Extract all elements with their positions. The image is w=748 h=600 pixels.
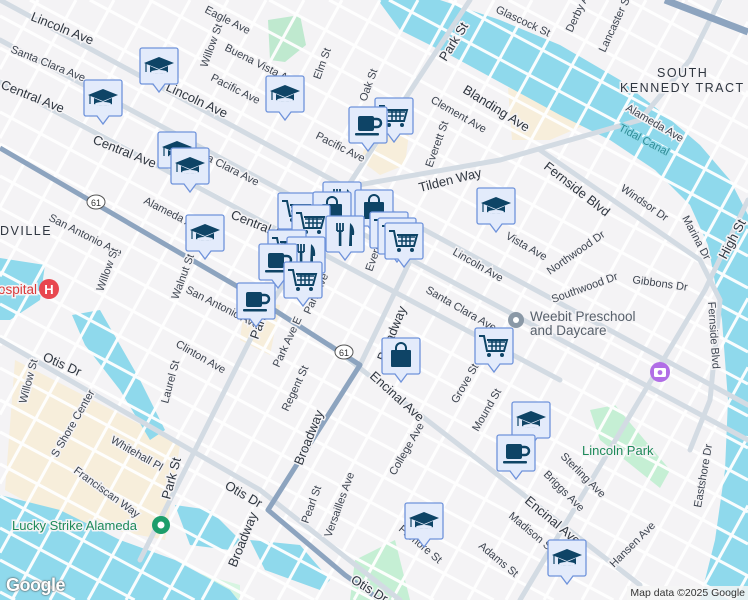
street-label: Windsor Dr bbox=[618, 183, 670, 225]
google-logo: Google bbox=[6, 575, 66, 595]
park-label: Lincoln Park bbox=[582, 443, 654, 458]
street-label: Laurel St bbox=[159, 359, 182, 405]
restaurant-marker[interactable] bbox=[326, 216, 364, 260]
neighborhood-label: SOUTH bbox=[657, 66, 708, 80]
street-label: Versailles Ave bbox=[323, 471, 358, 539]
school-marker[interactable] bbox=[548, 540, 586, 584]
map-attribution[interactable]: Map data ©2025 Google bbox=[627, 586, 748, 600]
street-label: Lincoln Ave bbox=[451, 246, 506, 284]
street-label: Central Ave bbox=[0, 77, 67, 116]
poi-label: Weebit Preschool bbox=[530, 309, 636, 324]
street-label: Broadway bbox=[291, 407, 327, 467]
shopping-marker[interactable] bbox=[382, 338, 420, 382]
poi-label: Lucky Strike Alameda bbox=[12, 518, 138, 533]
street-label: Pearl St bbox=[300, 484, 325, 525]
street-label: Southwood Dr bbox=[550, 271, 620, 306]
cafe-marker[interactable] bbox=[497, 435, 535, 479]
school-marker[interactable] bbox=[84, 80, 122, 124]
grocery-marker[interactable] bbox=[475, 328, 513, 372]
street-label: Fernside Blvd bbox=[541, 159, 613, 220]
map-canvas[interactable]: 61 61 Lincoln Ave Lincoln Ave Santa Clar… bbox=[0, 0, 748, 600]
neighborhood-label: KENNEDY TRACT bbox=[620, 81, 745, 95]
poi-label: and Daycare bbox=[530, 323, 607, 338]
svg-text:61: 61 bbox=[339, 348, 349, 358]
hospital-label-visible-part: spital bbox=[5, 282, 37, 297]
street-label: Gibbons Dr bbox=[632, 274, 689, 294]
camera-poi-icon[interactable] bbox=[650, 362, 670, 382]
hospital-icon: H bbox=[44, 282, 53, 297]
neighborhood-label: DVILLE bbox=[0, 224, 52, 238]
street-label: Regent St bbox=[280, 364, 312, 413]
school-marker[interactable] bbox=[266, 76, 304, 120]
school-marker[interactable] bbox=[186, 215, 224, 259]
svg-text:61: 61 bbox=[91, 198, 101, 208]
street-label: Everett St bbox=[424, 120, 452, 169]
poi-hospital[interactable]: Hospital spital H bbox=[0, 279, 59, 299]
